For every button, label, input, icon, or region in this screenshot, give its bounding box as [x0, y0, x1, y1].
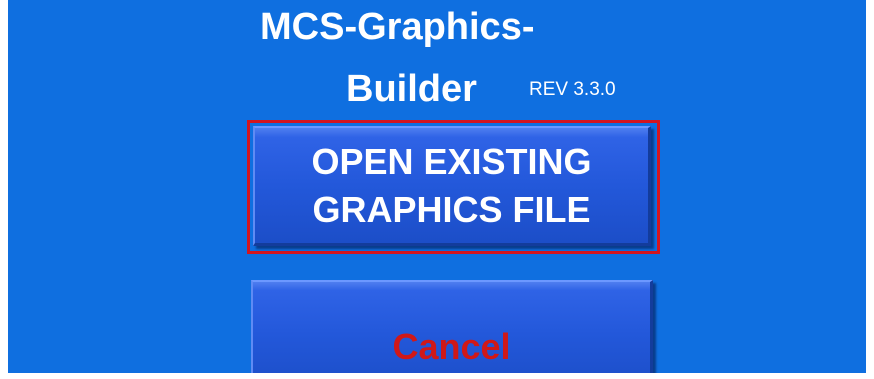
app-title-line1: MCS-Graphics- — [260, 6, 535, 48]
open-button-label: OPEN EXISTING GRAPHICS FILE — [311, 140, 592, 230]
cancel-button-label: Cancel — [392, 326, 511, 367]
window: MCS-Graphics- Builder REV 3.3.0 OPEN EXI… — [0, 0, 874, 379]
dialog-panel: MCS-Graphics- Builder REV 3.3.0 OPEN EXI… — [8, 0, 866, 373]
open-existing-graphics-file-button[interactable]: OPEN EXISTING GRAPHICS FILE — [253, 126, 651, 246]
cancel-button[interactable]: Cancel — [251, 280, 653, 373]
revision-label: REV 3.3.0 — [529, 79, 616, 100]
app-title-line2: Builder — [346, 68, 477, 110]
